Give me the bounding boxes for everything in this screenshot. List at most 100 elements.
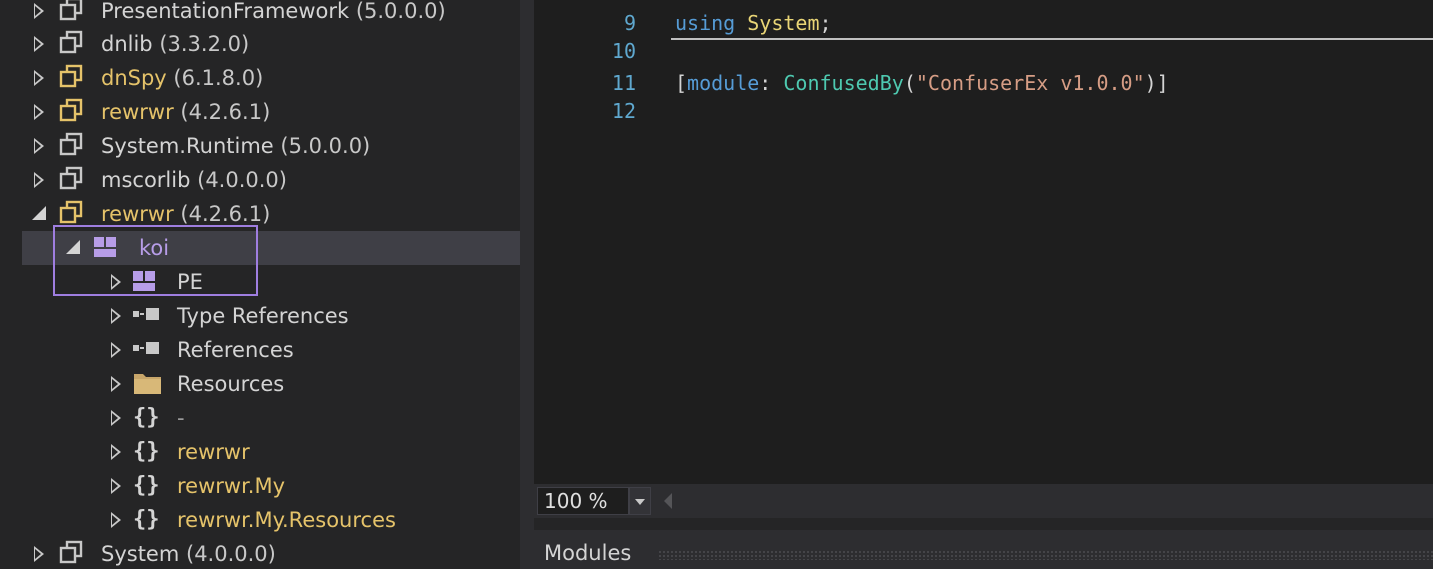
- tree-item-label: -: [177, 406, 185, 430]
- expand-arrow-icon[interactable]: [30, 95, 50, 129]
- assembly-icon: [58, 64, 86, 92]
- expand-arrow-icon[interactable]: [30, 61, 50, 95]
- modules-panel[interactable]: Modules: [534, 530, 1433, 569]
- editor-margin: [534, 0, 566, 484]
- punctuation-token: :: [759, 71, 784, 95]
- tree-item-label: System.Runtime: [101, 134, 274, 158]
- tree-item-label: dnlib: [101, 32, 153, 56]
- tree-item-version: (4.0.0.0): [186, 542, 276, 566]
- module-icon: [92, 234, 120, 262]
- punctuation-token: ;: [819, 11, 832, 35]
- tree-item-dnspy[interactable]: dnSpy (6.1.8.0): [0, 61, 520, 95]
- tree-item-label: rewrwr.My.Resources: [177, 508, 396, 532]
- tree-item-resources[interactable]: Resources: [0, 367, 520, 401]
- tree-item-system[interactable]: System (4.0.0.0): [0, 537, 520, 569]
- attribute-token: ConfusedBy: [783, 71, 904, 95]
- keyword-token: using: [675, 11, 736, 35]
- module-icon: [131, 268, 159, 296]
- line-number: 12: [611, 99, 636, 123]
- expand-arrow-icon[interactable]: [107, 265, 127, 299]
- namespace-token: System: [747, 11, 820, 35]
- tree-item-rewrwr[interactable]: rewrwr (4.2.6.1): [0, 95, 520, 129]
- assembly-icon: [58, 540, 86, 568]
- expand-arrow-icon[interactable]: [107, 299, 127, 333]
- tree-item-system-runtime[interactable]: System.Runtime (5.0.0.0): [0, 129, 520, 163]
- tree-item-label: PresentationFramework: [101, 0, 350, 23]
- tree-item-version: (4.0.0.0): [197, 168, 287, 192]
- tree-item-label: Resources: [177, 372, 285, 396]
- tree-item-label: rewrwr: [101, 100, 174, 124]
- expand-arrow-icon[interactable]: [107, 367, 127, 401]
- assembly-explorer: PresentationFramework (5.0.0.0) dnlib (3…: [0, 0, 520, 569]
- tree-item-type-references[interactable]: Type References: [0, 299, 520, 333]
- expand-arrow-icon[interactable]: [30, 0, 50, 28]
- scroll-left-arrow-icon[interactable]: [664, 493, 672, 509]
- modules-panel-title: Modules: [544, 541, 632, 565]
- tree-item-version: (4.2.6.1): [180, 202, 271, 226]
- tree-item-namespace-rewrwr-my-resources[interactable]: {} rewrwr.My.Resources: [0, 503, 520, 537]
- namespace-icon: {}: [133, 405, 160, 430]
- collapse-arrow-icon[interactable]: [30, 197, 50, 231]
- tree-item-dnlib[interactable]: dnlib (3.3.2.0): [0, 27, 520, 61]
- tree-item-presentationframework[interactable]: PresentationFramework (5.0.0.0): [0, 0, 520, 28]
- assembly-icon: [58, 30, 86, 58]
- assembly-icon: [58, 132, 86, 160]
- tree-item-pe[interactable]: PE: [0, 265, 520, 299]
- tree-item-label: rewrwr: [101, 202, 174, 226]
- tree-item-references[interactable]: References: [0, 333, 520, 367]
- collapse-arrow-icon[interactable]: [64, 231, 84, 265]
- tree-item-namespace-rewrwr-my[interactable]: {} rewrwr.My: [0, 469, 520, 503]
- expand-arrow-icon[interactable]: [30, 163, 50, 197]
- pane-splitter[interactable]: [520, 0, 534, 569]
- tree-item-label: rewrwr.My: [177, 474, 286, 498]
- tree-item-label: System: [101, 542, 180, 566]
- namespace-icon: {}: [133, 473, 160, 498]
- tree-item-koi-module[interactable]: koi: [22, 231, 520, 265]
- expand-arrow-icon[interactable]: [107, 469, 127, 503]
- tree-item-label: rewrwr: [177, 440, 250, 464]
- keyword-token: module: [687, 71, 760, 95]
- tree-item-label: References: [177, 338, 294, 362]
- code-line-11[interactable]: [module: ConfusedBy("ConfuserEx v1.0.0")…: [675, 69, 1169, 97]
- zoom-dropdown-button[interactable]: [629, 487, 651, 515]
- line-number: 9: [623, 11, 636, 35]
- punctuation-token: [: [675, 71, 688, 95]
- tree-item-version: (3.3.2.0): [159, 32, 250, 56]
- expand-arrow-icon[interactable]: [107, 503, 127, 537]
- string-token: "ConfuserEx v1.0.0": [915, 71, 1145, 95]
- expand-arrow-icon[interactable]: [107, 401, 127, 435]
- type-references-icon: [131, 302, 159, 330]
- tree-item-version: (6.1.8.0): [173, 66, 264, 90]
- assembly-icon: [58, 98, 86, 126]
- expand-arrow-icon[interactable]: [30, 27, 50, 61]
- tree-item-version: (5.0.0.0): [280, 134, 371, 158]
- namespace-icon: {}: [133, 507, 160, 532]
- tree-item-label: Type References: [177, 304, 349, 328]
- tree-item-label: PE: [177, 270, 203, 294]
- folder-icon: [133, 370, 161, 398]
- assembly-icon: [58, 200, 86, 228]
- expand-arrow-icon[interactable]: [30, 537, 50, 569]
- tree-item-mscorlib[interactable]: mscorlib (4.0.0.0): [0, 163, 520, 197]
- editor-status-bar: 100 %: [534, 484, 1433, 518]
- expand-arrow-icon[interactable]: [30, 129, 50, 163]
- punctuation-token: )]: [1144, 71, 1169, 95]
- panel-drag-grip[interactable]: [658, 550, 1433, 560]
- current-line-highlight: [671, 38, 1433, 40]
- tree-item-namespace-empty[interactable]: {} -: [0, 401, 520, 435]
- tree-item-version: (4.2.6.1): [180, 100, 271, 124]
- tree-item-version: (5.0.0.0): [355, 0, 446, 23]
- tree-item-label: mscorlib: [101, 168, 191, 192]
- zoom-level-combobox[interactable]: 100 %: [537, 487, 629, 515]
- assembly-icon: [58, 166, 86, 194]
- tree-item-label: dnSpy: [101, 66, 167, 90]
- code-editor[interactable]: 9 10 11 12 using System; [module: Confus…: [534, 0, 1433, 484]
- expand-arrow-icon[interactable]: [107, 435, 127, 469]
- punctuation-token: (: [903, 71, 916, 95]
- expand-arrow-icon[interactable]: [107, 333, 127, 367]
- tree-item-namespace-rewrwr[interactable]: {} rewrwr: [0, 435, 520, 469]
- code-line-9[interactable]: using System;: [675, 9, 832, 37]
- line-number: 10: [611, 39, 636, 63]
- tree-item-rewrwr-expanded[interactable]: rewrwr (4.2.6.1): [0, 197, 520, 231]
- panel-gap: [534, 518, 1433, 530]
